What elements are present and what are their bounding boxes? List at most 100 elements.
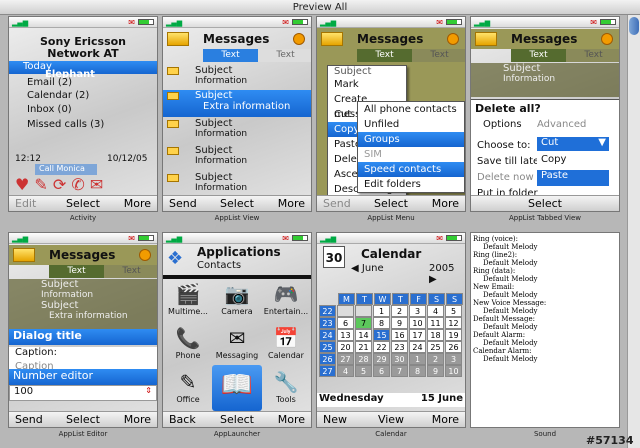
sound-setting-value[interactable]: Default Melody — [473, 243, 619, 251]
calendar-day[interactable]: 7 — [355, 317, 372, 329]
dialog-tab-options[interactable]: Options — [483, 119, 522, 130]
dropdown-item-copy[interactable]: Copy — [537, 154, 609, 170]
list-item[interactable]: Subject Information — [163, 118, 311, 145]
calendar-day[interactable]: 4 — [337, 365, 354, 377]
calendar-day[interactable]: 16 — [391, 329, 408, 341]
shortcut-icons[interactable]: ♥ ✎ ⟳ ✆ ✉ — [15, 175, 155, 195]
calendar-day[interactable]: 6 — [337, 317, 354, 329]
calendar-day[interactable]: 5 — [445, 305, 462, 317]
submenu-item-edit-folders[interactable]: Edit folders — [358, 177, 464, 192]
calendar-day[interactable]: 23 — [391, 341, 408, 353]
tile-multimedia[interactable]: 🎬 Multime... — [165, 281, 211, 323]
tab-text-1[interactable]: Text — [49, 265, 104, 278]
calendar-day[interactable]: 24 — [409, 341, 426, 353]
calendar-day[interactable]: 8 — [373, 317, 390, 329]
tile-camera[interactable]: 📷 Camera — [214, 281, 260, 323]
list-item-selected[interactable]: Subject Extra information — [163, 90, 311, 117]
sound-setting-value[interactable]: Default Melody — [473, 275, 619, 283]
softkey-right[interactable]: More — [432, 197, 459, 210]
calendar-day[interactable]: 27 — [337, 353, 354, 365]
calendar-day[interactable]: 10 — [445, 365, 462, 377]
calendar-day[interactable]: 26 — [445, 341, 462, 353]
submenu-item-groups[interactable]: Groups — [358, 132, 464, 147]
softkey-right[interactable]: More — [278, 197, 305, 210]
submenu-item-unfiled[interactable]: Unfiled — [358, 117, 464, 132]
softkey-right[interactable]: More — [124, 197, 151, 210]
softkey-right[interactable]: More — [432, 413, 459, 426]
calendar-day[interactable]: 28 — [355, 353, 372, 365]
chevron-right-icon[interactable]: ▶ — [429, 274, 437, 285]
vertical-scrollbar[interactable] — [627, 15, 640, 448]
tile-tools[interactable]: 🔧 Tools — [263, 369, 309, 411]
calendar-day[interactable]: 29 — [373, 353, 390, 365]
option-save[interactable]: Save till late — [477, 156, 539, 167]
calendar-day[interactable] — [337, 305, 354, 317]
choose-dropdown[interactable]: Cut ▼ — [537, 137, 609, 151]
calendar-day[interactable]: 6 — [373, 365, 390, 377]
option-delete[interactable]: Delete now — [477, 172, 534, 183]
tile-calendar[interactable]: 📅 Calendar — [263, 325, 309, 367]
tile-phone[interactable]: 📞 Phone — [165, 325, 211, 367]
tile-office[interactable]: ✎ Office — [165, 369, 211, 411]
calendar-day[interactable]: 20 — [337, 341, 354, 353]
calendar-day[interactable]: 15 — [373, 329, 390, 341]
softkey-center[interactable]: Select — [471, 197, 619, 210]
calendar-day[interactable]: 9 — [427, 365, 444, 377]
sound-setting-value[interactable]: Default Melody — [473, 259, 619, 267]
submenu-item-all-contacts[interactable]: All phone contacts — [358, 102, 464, 117]
tab-text-1[interactable]: Text — [203, 49, 258, 62]
calendar-day[interactable]: 1 — [409, 353, 426, 365]
calendar-day[interactable] — [355, 305, 372, 317]
stepper-icon[interactable]: ⇕ — [145, 386, 152, 395]
calendar-day[interactable]: 17 — [409, 329, 426, 341]
sound-setting-value[interactable]: Default Melody — [473, 339, 619, 347]
chevron-left-icon[interactable]: ◀ — [351, 263, 362, 274]
softkey-right[interactable]: More — [124, 413, 151, 426]
calendar-day[interactable]: 4 — [427, 305, 444, 317]
calendar-day[interactable]: 3 — [409, 305, 426, 317]
calendar-day[interactable]: 30 — [391, 353, 408, 365]
activity-item-calendar[interactable]: Calendar (2) — [9, 90, 157, 101]
dialog-tab-advanced[interactable]: Advanced — [537, 119, 586, 130]
tile-entertainment[interactable]: 🎮 Entertain... — [263, 281, 309, 323]
calendar-day[interactable]: 7 — [391, 365, 408, 377]
activity-item-email[interactable]: Email (2) — [9, 77, 157, 88]
calendar-day[interactable]: 11 — [427, 317, 444, 329]
calendar-day[interactable]: 8 — [409, 365, 426, 377]
calendar-day[interactable]: 21 — [355, 341, 372, 353]
calendar-day[interactable]: 2 — [391, 305, 408, 317]
tab-text-2[interactable]: Text — [566, 49, 619, 62]
sound-setting-value[interactable]: Default Melody — [473, 323, 619, 331]
list-item[interactable]: Subject Information — [163, 145, 311, 172]
calendar-day[interactable]: 25 — [427, 341, 444, 353]
calendar-day[interactable]: 22 — [373, 341, 390, 353]
sound-setting-value[interactable]: Default Melody — [473, 291, 619, 299]
tab-text-2[interactable]: Text — [258, 49, 311, 62]
sound-setting-value[interactable]: Default Melody — [473, 355, 619, 363]
list-item[interactable]: Subject Information — [163, 65, 311, 92]
activity-item-missed-calls[interactable]: Missed calls (3) — [9, 119, 157, 130]
calendar-day[interactable]: 13 — [337, 329, 354, 341]
calendar-day[interactable]: 19 — [445, 329, 462, 341]
tile-book-selected[interactable]: 📖 — [212, 365, 262, 411]
calendar-day[interactable]: 18 — [427, 329, 444, 341]
calendar-day[interactable]: 14 — [355, 329, 372, 341]
calendar-day[interactable]: 9 — [391, 317, 408, 329]
softkey-right[interactable]: More — [278, 413, 305, 426]
calendar-day[interactable]: 2 — [427, 353, 444, 365]
tab-text-1[interactable]: Text — [511, 49, 566, 62]
tile-messaging[interactable]: ✉ Messaging — [214, 325, 260, 367]
activity-item-inbox[interactable]: Inbox (0) — [9, 104, 157, 115]
calendar-day[interactable]: 12 — [445, 317, 462, 329]
calendar-day[interactable]: 3 — [445, 353, 462, 365]
tab-text-2[interactable]: Text — [104, 265, 157, 278]
calendar-day[interactable]: 1 — [373, 305, 390, 317]
calendar-day[interactable]: 5 — [355, 365, 372, 377]
tab-text-1[interactable]: Text — [357, 49, 412, 62]
submenu-item-speed-contacts[interactable]: Speed contacts — [358, 162, 464, 177]
scrollbar-thumb[interactable] — [629, 17, 639, 35]
calendar-day[interactable]: 10 — [409, 317, 426, 329]
tab-text-2[interactable]: Text — [412, 49, 465, 62]
sound-setting-value[interactable]: Default Melody — [473, 307, 619, 315]
dropdown-item-paste[interactable]: Paste — [537, 170, 609, 186]
